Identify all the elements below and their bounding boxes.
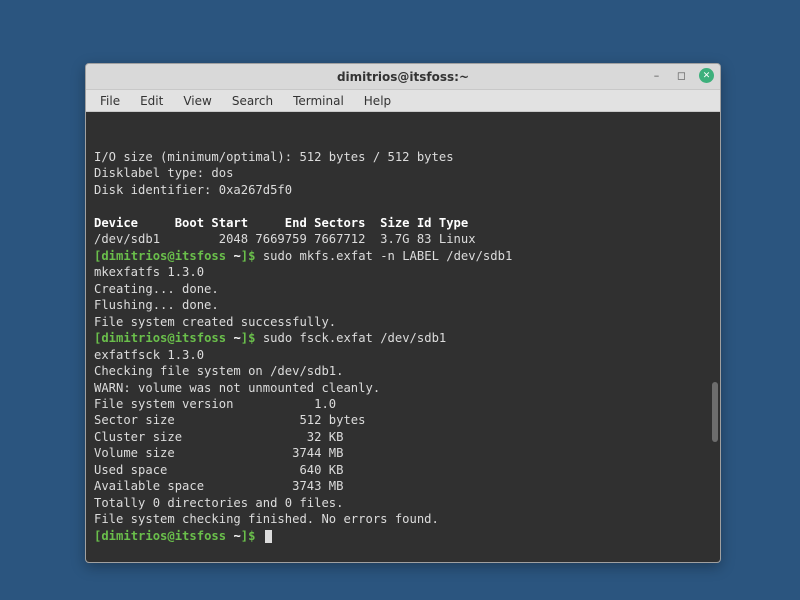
prompt-path: ~ <box>233 529 240 543</box>
scrollbar-thumb[interactable] <box>712 382 718 442</box>
terminal-window: dimitrios@itsfoss:~ – ◻ ✕ File Edit View… <box>85 63 721 563</box>
menu-search[interactable]: Search <box>224 92 281 110</box>
output-line: Creating... done. <box>94 282 219 296</box>
menu-help[interactable]: Help <box>356 92 399 110</box>
output-line: exfatfsck 1.3.0 <box>94 348 204 362</box>
menu-terminal[interactable]: Terminal <box>285 92 352 110</box>
window-controls: – ◻ ✕ <box>649 68 714 83</box>
menu-view[interactable]: View <box>175 92 219 110</box>
menu-file[interactable]: File <box>92 92 128 110</box>
prompt-path: ~ <box>233 249 240 263</box>
cursor <box>265 530 272 543</box>
output-line: Sector size 512 bytes <box>94 413 366 427</box>
command-text: sudo mkfs.exfat -n LABEL /dev/sdb1 <box>263 249 512 263</box>
minimize-button[interactable]: – <box>649 68 664 83</box>
output-line: I/O size (minimum/optimal): 512 bytes / … <box>94 150 454 164</box>
terminal-output: I/O size (minimum/optimal): 512 bytes / … <box>94 149 714 544</box>
output-line: File system version 1.0 <box>94 397 336 411</box>
prompt-path: ~ <box>233 331 240 345</box>
prompt-symbol: $ <box>248 331 255 345</box>
prompt-symbol: $ <box>248 529 255 543</box>
output-line: Available space 3743 MB <box>94 479 343 493</box>
output-line: WARN: volume was not unmounted cleanly. <box>94 381 380 395</box>
prompt-userhost: dimitrios@itsfoss <box>101 331 226 345</box>
output-line: Volume size 3744 MB <box>94 446 343 460</box>
table-row: /dev/sdb1 2048 7669759 7667712 3.7G 83 L… <box>94 232 476 246</box>
menu-edit[interactable]: Edit <box>132 92 171 110</box>
titlebar[interactable]: dimitrios@itsfoss:~ – ◻ ✕ <box>86 64 720 90</box>
output-line: Cluster size 32 KB <box>94 430 343 444</box>
output-line: File system created successfully. <box>94 315 336 329</box>
output-line: Totally 0 directories and 0 files. <box>94 496 343 510</box>
output-line: File system checking finished. No errors… <box>94 512 439 526</box>
output-line: Checking file system on /dev/sdb1. <box>94 364 343 378</box>
maximize-button[interactable]: ◻ <box>674 68 689 83</box>
output-line: Disklabel type: dos <box>94 166 233 180</box>
prompt-userhost: dimitrios@itsfoss <box>101 249 226 263</box>
menubar: File Edit View Search Terminal Help <box>86 90 720 112</box>
terminal-viewport[interactable]: I/O size (minimum/optimal): 512 bytes / … <box>86 112 720 562</box>
output-line: Disk identifier: 0xa267d5f0 <box>94 183 292 197</box>
close-button[interactable]: ✕ <box>699 68 714 83</box>
command-text: sudo fsck.exfat /dev/sdb1 <box>263 331 446 345</box>
prompt-symbol: $ <box>248 249 255 263</box>
output-line: Flushing... done. <box>94 298 219 312</box>
window-title: dimitrios@itsfoss:~ <box>337 70 469 84</box>
table-header: Device Boot Start End Sectors Size Id Ty… <box>94 216 468 230</box>
output-line: mkexfatfs 1.3.0 <box>94 265 204 279</box>
output-line: Used space 640 KB <box>94 463 343 477</box>
prompt-userhost: dimitrios@itsfoss <box>101 529 226 543</box>
